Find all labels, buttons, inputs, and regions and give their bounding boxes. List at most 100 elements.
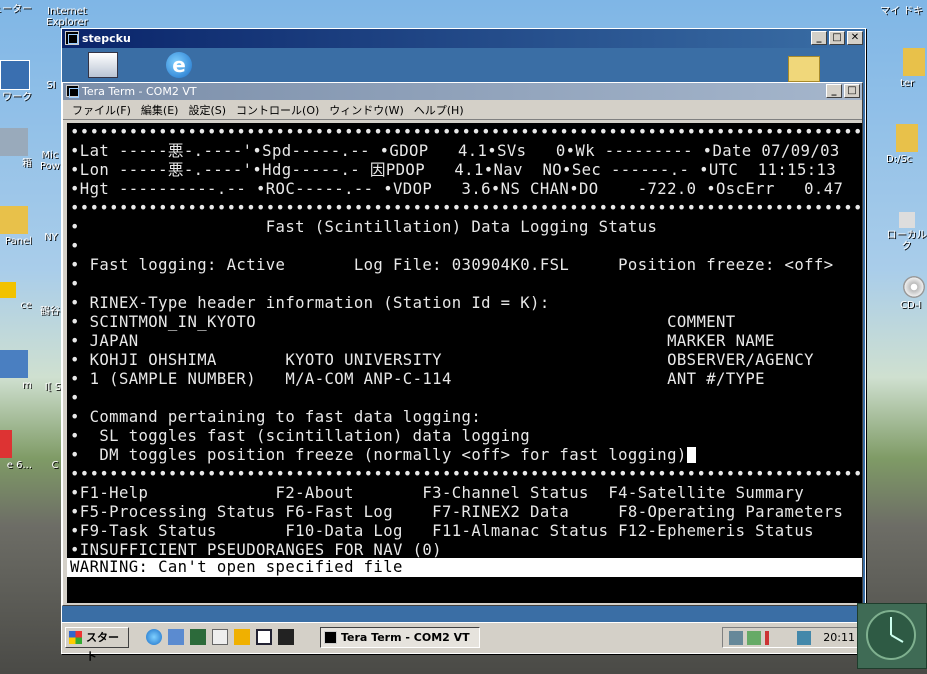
icon-label: e 6...: [6, 460, 32, 471]
menu-control[interactable]: コントロール(O): [231, 102, 324, 118]
desktop-icon-col2-5[interactable]: I[ S: [44, 382, 62, 393]
shortcut-icon: [898, 212, 915, 228]
teraterm-controls: _ □: [826, 84, 860, 98]
terminal-line: • SL toggles fast (scintillation) data l…: [70, 427, 531, 445]
terminal-line: •Lon -----悪-.----'•Hdg-----.- 因PDOP 4.1•…: [70, 161, 837, 179]
tools-tray-icon[interactable]: [747, 631, 761, 645]
desktop-quicklaunch-icon[interactable]: [168, 629, 184, 645]
outer-window-controls: _ □ ✕: [811, 31, 863, 45]
icon-label: C: [51, 460, 59, 471]
desktop-icon-col2-6[interactable]: C: [48, 460, 62, 471]
terminal-line: • DM toggles position freeze (normally <…: [70, 446, 687, 464]
network-tray-icon[interactable]: [729, 631, 743, 645]
text-cursor: [686, 447, 696, 463]
remote-desktop-area: e Tera Term - COM2 VT _ □ ファイル(F) 編集(E) …: [62, 48, 865, 653]
network-icon: [0, 60, 30, 90]
terminal-screen[interactable]: ••••••••••••••••••••••••••••••••••••••••…: [67, 123, 862, 603]
start-button[interactable]: スタート: [65, 627, 129, 663]
desktop-icon-col2-3[interactable]: NY: [40, 232, 62, 243]
terminal-line: ••••••••••••••••••••••••••••••••••••••••…: [70, 199, 862, 217]
icon-label: D:/Sc: [886, 154, 913, 165]
notepad-quicklaunch-icon[interactable]: [212, 629, 228, 645]
desktop-icon-network[interactable]: ワーク: [0, 60, 32, 103]
desktop-icon-ce[interactable]: ce: [0, 282, 32, 311]
menu-file[interactable]: ファイル(F): [67, 102, 136, 118]
terminal-line: • SCINTMON_IN_KYOTO COMMENT: [70, 313, 736, 331]
app-quicklaunch-icon[interactable]: [190, 629, 206, 645]
desktop-icon-e6[interactable]: e 6...: [0, 430, 32, 471]
internet-explorer-icon[interactable]: e: [166, 52, 192, 78]
remote-desktop-strip: e: [62, 48, 865, 82]
desktop-icon-internet-explorer[interactable]: Internet Explorer: [40, 6, 94, 28]
icon-label: マイ ドキ: [880, 6, 924, 17]
desktop-icon-m[interactable]: m: [0, 350, 32, 391]
icon-label: Mic Pow: [40, 150, 60, 172]
terminal-line: •Lat -----悪-.----'•Spd-----.-- •GDOP 4.1…: [70, 142, 840, 160]
icon-label: ce: [20, 300, 32, 311]
media-player-quicklaunch-icon[interactable]: [234, 629, 250, 645]
maximize-button[interactable]: □: [829, 31, 845, 45]
cd-drive-icon: [902, 276, 925, 298]
taskbar-clock[interactable]: 20:11: [823, 631, 855, 644]
teraterm-maximize-button[interactable]: □: [844, 84, 860, 98]
desktop-icon-col2-2[interactable]: Mic Pow: [38, 150, 62, 172]
taskbar: スタート Tera Term - COM2 VT 20:11: [62, 622, 865, 663]
teraterm-window: Tera Term - COM2 VT _ □ ファイル(F) 編集(E) 設定…: [62, 82, 863, 606]
window-quicklaunch-icon[interactable]: [256, 629, 272, 645]
menu-window[interactable]: ウィンドウ(W): [324, 102, 408, 118]
pen-tray-icon[interactable]: [765, 631, 769, 645]
computer-icon[interactable]: [88, 52, 118, 78]
folder-icon: [895, 124, 918, 152]
teraterm-title-bar[interactable]: Tera Term - COM2 VT _ □: [63, 83, 862, 100]
taskbar-item-teraterm[interactable]: Tera Term - COM2 VT: [320, 627, 480, 648]
icon-label: 箱: [22, 158, 32, 169]
teraterm-taskbar-icon: [324, 631, 337, 644]
icon-label: 鶴谷: [40, 306, 60, 317]
outer-title-bar[interactable]: stepcku _ □ ✕: [62, 29, 865, 48]
clock-widget[interactable]: [857, 603, 927, 669]
icon-label: m: [22, 380, 32, 391]
folder-icon[interactable]: [788, 56, 820, 82]
desktop-icon-ter[interactable]: ter: [900, 48, 927, 89]
teraterm-menubar: ファイル(F) 編集(E) 設定(S) コントロール(O) ウィンドウ(W) ヘ…: [63, 100, 862, 120]
terminal-line: • KOHJI OHSHIMA KYOTO UNIVERSITY OBSERVE…: [70, 351, 814, 369]
terminal-line: • RINEX-Type header information (Station…: [70, 294, 550, 312]
monitor-tray-icon[interactable]: [797, 631, 811, 645]
desktop-icon-d-sc[interactable]: D:/Sc: [886, 124, 927, 165]
folder-icon: [902, 48, 925, 76]
icon-label: ワーク: [2, 92, 32, 103]
desktop-icon-col2-4[interactable]: 鶴谷: [38, 306, 62, 317]
icon-label: NY: [44, 232, 58, 243]
icon-label: CD-I: [900, 300, 922, 311]
icon-label: ローカル ク: [886, 230, 927, 252]
terminal-line: ••••••••••••••••••••••••••••••••••••••••…: [70, 465, 862, 483]
desktop-icon-col2-1[interactable]: SI: [40, 80, 62, 91]
desktop-icon-computer[interactable]: ューター: [0, 4, 32, 15]
terminal-line: •: [70, 275, 80, 293]
desktop-icon-my-documents[interactable]: マイ ドキ: [880, 6, 927, 17]
outer-window-title: stepcku: [82, 32, 131, 45]
warning-message: WARNING: Can't open specified file: [67, 558, 412, 577]
close-button[interactable]: ✕: [847, 31, 863, 45]
terminal-quicklaunch-icon[interactable]: [278, 629, 294, 645]
menu-setup[interactable]: 設定(S): [183, 102, 231, 118]
terminal-line: •F1-Help F2-About F3-Channel Status F4-S…: [70, 484, 805, 502]
terminal-line: • Command pertaining to fast data loggin…: [70, 408, 482, 426]
teraterm-minimize-button[interactable]: _: [826, 84, 842, 98]
ie-quicklaunch-icon[interactable]: [146, 629, 162, 645]
desktop-icon-panel[interactable]: Panel: [0, 206, 32, 247]
terminal-line: • JAPAN MARKER NAME: [70, 332, 775, 350]
icon-label: Internet Explorer: [46, 6, 88, 28]
desktop-icon-cd[interactable]: CD-I: [900, 276, 927, 311]
icon-label: I[ S: [44, 382, 62, 393]
system-tray: 20:11: [722, 627, 862, 648]
terminal-line: • 1 (SAMPLE NUMBER) M/A-COM ANP-C-114 AN…: [70, 370, 765, 388]
terminal-line: •: [70, 389, 80, 407]
folder-icon: [0, 206, 28, 234]
menu-help[interactable]: ヘルプ(H): [409, 102, 469, 118]
desktop-icon-local[interactable]: ローカル ク: [886, 212, 927, 252]
minimize-button[interactable]: _: [811, 31, 827, 45]
desktop-icon-box[interactable]: 箱: [0, 128, 32, 169]
icon-label: ューター: [0, 4, 32, 15]
menu-edit[interactable]: 編集(E): [136, 102, 184, 118]
